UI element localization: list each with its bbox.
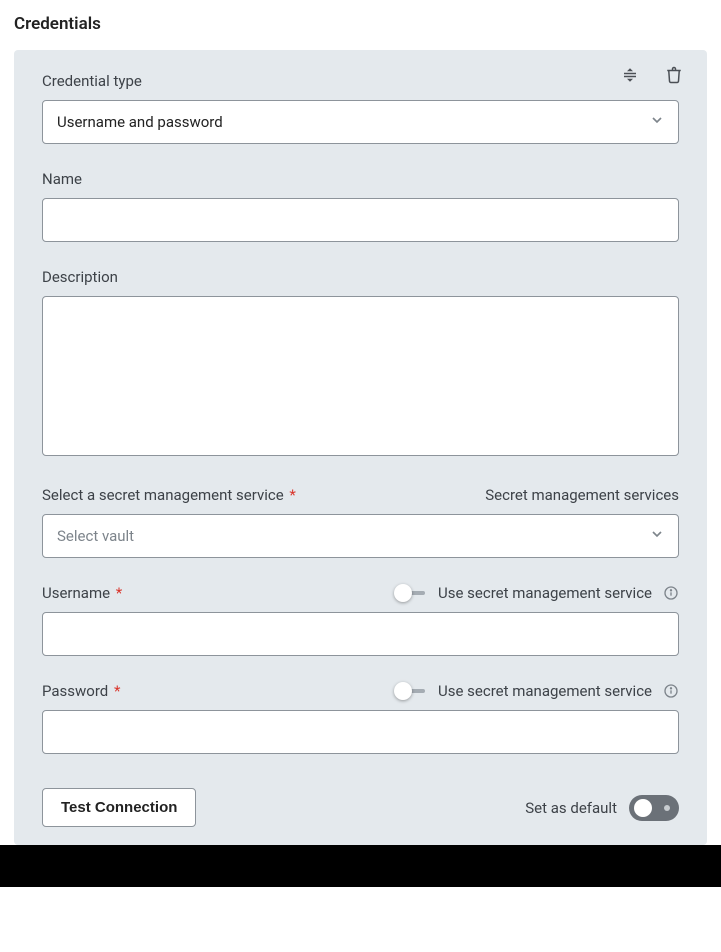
credential-type-select[interactable]: Username and password xyxy=(42,100,679,144)
description-input[interactable] xyxy=(42,296,679,456)
description-label: Description xyxy=(42,268,679,286)
set-default-toggle[interactable] xyxy=(629,795,679,821)
section-title: Credentials xyxy=(14,14,707,34)
vault-placeholder: Select vault xyxy=(57,527,134,545)
username-input[interactable] xyxy=(42,612,679,656)
credential-panel: Credential type Username and password Na… xyxy=(14,50,707,845)
info-icon[interactable] xyxy=(662,585,679,602)
username-sms-toggle[interactable] xyxy=(394,585,428,601)
info-icon[interactable] xyxy=(662,683,679,700)
test-connection-button[interactable]: Test Connection xyxy=(42,788,196,827)
username-label: Username * xyxy=(42,584,122,602)
required-mark: * xyxy=(286,486,296,504)
required-mark: * xyxy=(110,682,120,700)
password-toggle-label: Use secret management service xyxy=(438,682,652,700)
username-toggle-label: Use secret management service xyxy=(438,584,652,602)
password-input[interactable] xyxy=(42,710,679,754)
trash-icon[interactable] xyxy=(663,64,685,86)
credential-type-label: Credential type xyxy=(42,72,679,90)
reorder-icon[interactable] xyxy=(619,64,641,86)
password-label: Password * xyxy=(42,682,120,700)
secret-select-label: Select a secret management service * xyxy=(42,486,296,504)
vault-select[interactable]: Select vault xyxy=(42,514,679,558)
secret-services-link[interactable]: Secret management services xyxy=(485,486,679,504)
footer-region xyxy=(0,845,721,887)
password-sms-toggle[interactable] xyxy=(394,683,428,699)
name-label: Name xyxy=(42,170,679,188)
name-input[interactable] xyxy=(42,198,679,242)
credential-type-value: Username and password xyxy=(57,113,223,131)
required-mark: * xyxy=(112,584,122,602)
set-default-label: Set as default xyxy=(525,799,617,817)
